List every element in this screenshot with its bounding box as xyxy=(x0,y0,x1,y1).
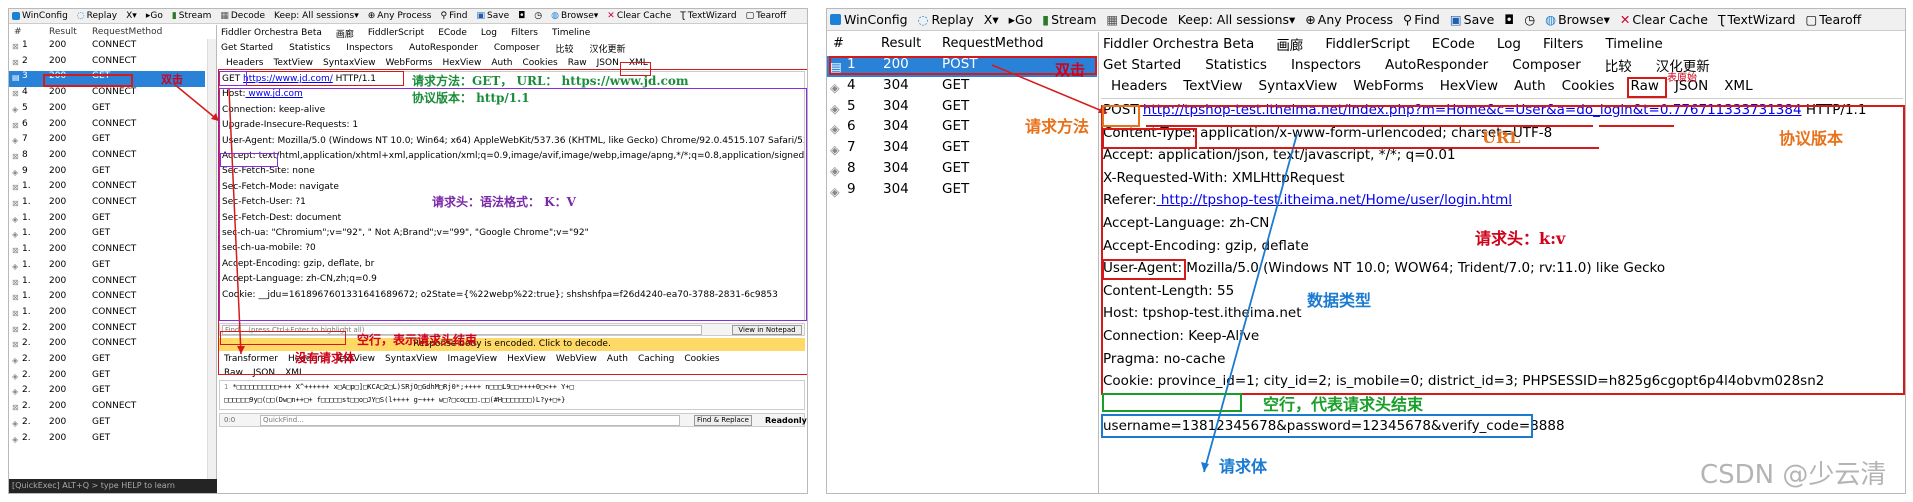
right-content-type-underline xyxy=(1199,147,1599,149)
right-method-note: 请求方法 xyxy=(1025,117,1090,136)
csdn-watermark: CSDN @少云清 xyxy=(1700,460,1887,490)
left-user-agent-box xyxy=(220,153,278,167)
left-headers-note: 请求头：语法格式： K：V xyxy=(432,195,576,209)
left-blank-line-box xyxy=(220,331,346,345)
right-body-note: 请求体 xyxy=(1219,457,1268,476)
left-blank-line-note: 空行，表示请求头结束 xyxy=(357,333,478,347)
right-raw-hint-note: 表原始 xyxy=(1667,73,1697,84)
right-body-box xyxy=(1101,414,1533,438)
right-url-underline xyxy=(1146,125,1593,127)
right-raw-tab-box xyxy=(1627,77,1667,98)
right-user-agent-box xyxy=(1102,259,1186,280)
left-method-url-note: 请求方法：GET， URL： https://www.jd.com xyxy=(412,74,689,88)
right-double-click-note: 双击 xyxy=(1055,61,1086,79)
right-content-type-note: 数据类型 xyxy=(1307,291,1372,310)
right-blank-line-box xyxy=(1102,393,1242,412)
left-double-click-note: 双击 xyxy=(161,73,183,86)
left-request-outer-box xyxy=(218,69,807,375)
left-protocol-note: 协议版本： http/1.1 xyxy=(412,91,530,105)
left-selected-session-box xyxy=(43,74,133,87)
right-method-box xyxy=(1102,105,1140,127)
right-headers-note: 请求头：k:v xyxy=(1475,229,1566,248)
right-blank-line-note: 空行，代表请求头结束 xyxy=(1263,395,1424,414)
left-no-body-note: 没有请求体 xyxy=(295,351,356,365)
right-protocol-underline xyxy=(1599,125,1674,127)
right-url-note: URL xyxy=(1482,128,1521,147)
right-content-type-box xyxy=(1102,128,1197,149)
right-protocol-note: 协议版本 xyxy=(1779,129,1844,148)
left-fiddler-window: WinConfig ◌ Replay X ▾ ▸ Go ▮ Stream ▦ Decode… xyxy=(8,8,808,494)
right-fiddler-window: WinConfig ◌ Replay X ▾ ▸ Go ▮ Stream ▦ Decode… xyxy=(826,8,1906,494)
